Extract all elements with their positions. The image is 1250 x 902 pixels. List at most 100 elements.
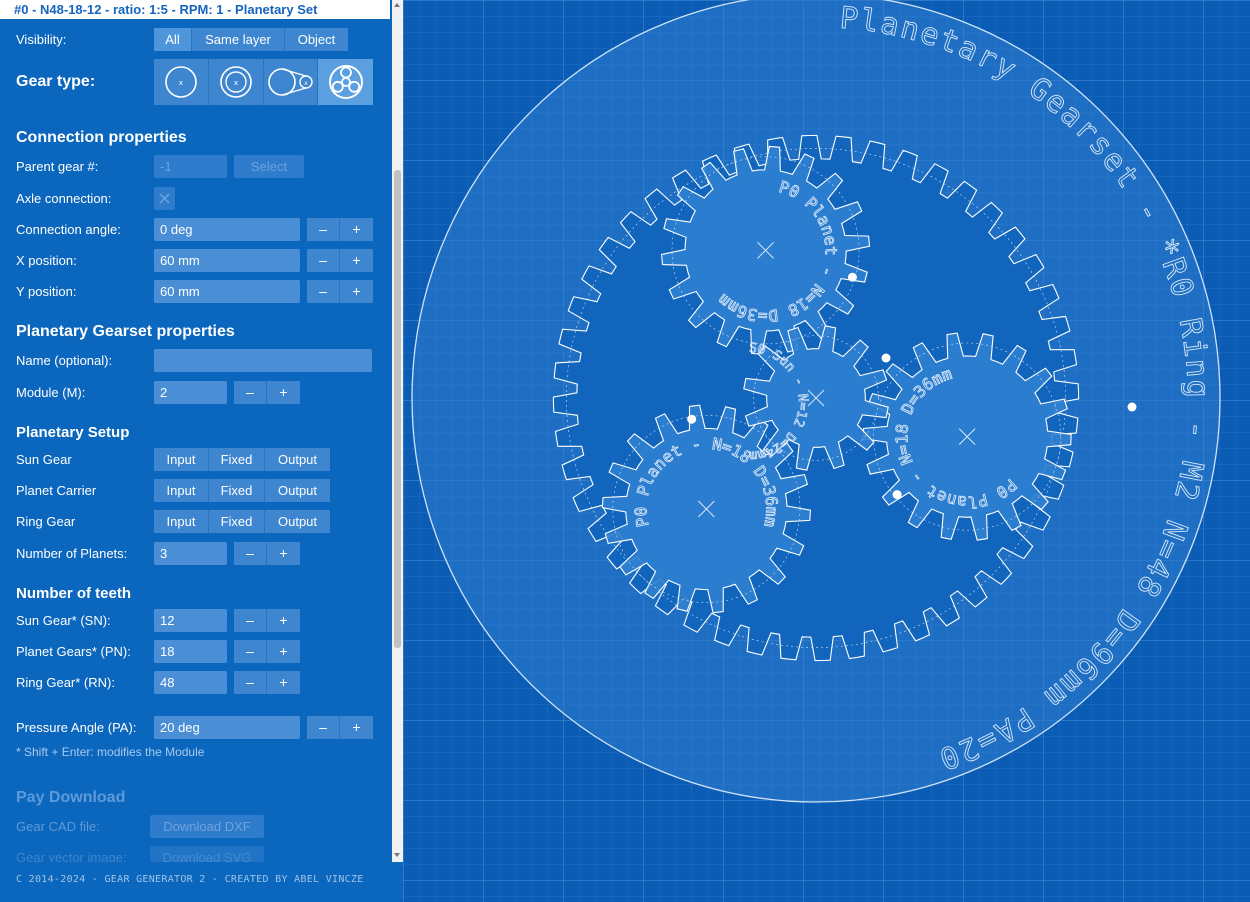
sun-fixed-button[interactable]: Fixed — [209, 448, 265, 471]
ring-output-button[interactable]: Output — [265, 510, 330, 533]
x-position-input[interactable]: 60 mm — [154, 249, 300, 272]
connection-angle-minus-button[interactable]: – — [307, 218, 340, 241]
download-dxf-button[interactable]: Download DXF — [150, 815, 264, 838]
ring-gear-mode-selector: Input Fixed Output — [154, 510, 330, 533]
module-stepper: – + — [234, 381, 300, 404]
sun-input-button[interactable]: Input — [154, 448, 209, 471]
ring-marker-dot — [1127, 402, 1137, 412]
ring-teeth-stepper: – + — [234, 671, 300, 694]
pressure-angle-minus-button[interactable]: – — [307, 716, 340, 739]
name-label: Name (optional): — [16, 353, 113, 368]
svg-text:x: x — [179, 79, 183, 87]
sun-teeth-stepper: – + — [234, 609, 300, 632]
sun-teeth-minus-button[interactable]: – — [234, 609, 267, 632]
ring-teeth-plus-button[interactable]: + — [267, 671, 300, 694]
number-of-planets-input[interactable]: 3 — [154, 542, 227, 565]
svg-text:x: x — [305, 80, 309, 87]
connection-angle-stepper: – + — [307, 218, 373, 241]
gear-type-internal-button[interactable]: x — [208, 59, 264, 105]
sun-teeth-plus-button[interactable]: + — [267, 609, 300, 632]
planets-plus-button[interactable]: + — [267, 542, 300, 565]
planetary-setup-heading: Planetary Setup — [16, 424, 130, 441]
scrollbar-thumb[interactable] — [394, 170, 401, 648]
close-icon — [159, 193, 170, 204]
ring-teeth-minus-button[interactable]: – — [234, 671, 267, 694]
planet-carrier-mode-selector: Input Fixed Output — [154, 479, 330, 502]
y-position-plus-button[interactable]: + — [340, 280, 373, 303]
ring-teeth-label: Ring Gear* (RN): — [16, 675, 115, 690]
x-position-stepper: – + — [307, 249, 373, 272]
gear-type-chain-button[interactable]: x — [263, 59, 319, 105]
shift-enter-note: * Shift + Enter: modifies the Module — [16, 745, 205, 759]
planetary-gearset-icon — [328, 65, 363, 99]
cad-file-label: Gear CAD file: — [16, 819, 100, 834]
ring-fixed-button[interactable]: Fixed — [209, 510, 265, 533]
x-position-label: X position: — [16, 253, 77, 268]
carrier-fixed-button[interactable]: Fixed — [209, 479, 265, 502]
planets-minus-button[interactable]: – — [234, 542, 267, 565]
scroll-down-icon[interactable] — [394, 853, 400, 857]
connection-angle-input[interactable]: 0 deg — [154, 218, 300, 241]
number-of-planets-stepper: – + — [234, 542, 300, 565]
scroll-up-icon[interactable] — [394, 3, 400, 7]
number-of-planets-label: Number of Planets: — [16, 546, 128, 561]
planet-teeth-minus-button[interactable]: – — [234, 640, 267, 663]
carrier-input-button[interactable]: Input — [154, 479, 209, 502]
gear-type-selector: x x x — [154, 59, 373, 105]
visibility-object-button[interactable]: Object — [285, 28, 348, 51]
planetary-properties-heading: Planetary Gearset properties — [16, 323, 235, 340]
connection-properties-heading: Connection properties — [16, 129, 187, 146]
sun-teeth-input[interactable]: 12 — [154, 609, 227, 632]
visibility-all-button[interactable]: All — [154, 28, 192, 51]
gear-canvas[interactable]: P0 Planet - N=18 D=36mmP0 Planet - N=18 … — [403, 0, 1250, 902]
y-position-input[interactable]: 60 mm — [154, 280, 300, 303]
gear-title-bar: #0 - N48-18-12 - ratio: 1:5 - RPM: 1 - P… — [0, 0, 390, 19]
sun-teeth-label: Sun Gear* (SN): — [16, 613, 111, 628]
name-input[interactable] — [154, 349, 372, 372]
download-svg-button[interactable]: Download SVG — [150, 846, 264, 862]
planet-marker-dot — [687, 414, 697, 424]
planet-teeth-plus-button[interactable]: + — [267, 640, 300, 663]
panel-scrollbar[interactable] — [392, 0, 403, 862]
pressure-angle-plus-button[interactable]: + — [340, 716, 373, 739]
planet-teeth-stepper: – + — [234, 640, 300, 663]
sun-output-button[interactable]: Output — [265, 448, 330, 471]
connection-angle-plus-button[interactable]: + — [340, 218, 373, 241]
footer-credits: C 2014-2024 - GEAR GENERATOR 2 - CREATED… — [16, 874, 364, 885]
gear-type-planetary-button[interactable] — [318, 59, 373, 105]
select-parent-button[interactable]: Select — [234, 155, 304, 178]
properties-panel: #0 - N48-18-12 - ratio: 1:5 - RPM: 1 - P… — [0, 0, 403, 902]
ring-gear-mode-label: Ring Gear — [16, 514, 76, 529]
internal-gear-icon: x — [219, 66, 252, 98]
module-input[interactable]: 2 — [154, 381, 227, 404]
axle-connection-label: Axle connection: — [16, 191, 112, 206]
number-of-teeth-heading: Number of teeth — [16, 585, 132, 602]
gear-type-label: Gear type: — [16, 73, 96, 90]
pressure-angle-input[interactable]: 20 deg — [154, 716, 300, 739]
visibility-selector: All Same layer Object — [154, 28, 348, 51]
axle-connection-checkbox[interactable] — [154, 187, 175, 210]
carrier-output-button[interactable]: Output — [265, 479, 330, 502]
module-plus-button[interactable]: + — [267, 381, 300, 404]
gear-type-spur-button[interactable]: x — [154, 59, 209, 105]
chain-sprocket-icon: x — [268, 68, 314, 96]
ring-teeth-input[interactable]: 48 — [154, 671, 227, 694]
planet-teeth-input[interactable]: 18 — [154, 640, 227, 663]
visibility-same-layer-button[interactable]: Same layer — [192, 28, 285, 51]
y-position-label: Y position: — [16, 284, 77, 299]
ring-input-button[interactable]: Input — [154, 510, 209, 533]
sun-marker-dot — [881, 353, 891, 363]
x-position-minus-button[interactable]: – — [307, 249, 340, 272]
sun-gear-mode-label: Sun Gear — [16, 452, 72, 467]
y-position-stepper: – + — [307, 280, 373, 303]
pressure-angle-label: Pressure Angle (PA): — [16, 720, 137, 735]
parent-gear-input[interactable]: -1 — [154, 155, 227, 178]
pay-download-heading: Pay Download — [16, 789, 126, 806]
x-position-plus-button[interactable]: + — [340, 249, 373, 272]
planet-carrier-mode-label: Planet Carrier — [16, 483, 97, 498]
pressure-angle-stepper: – + — [307, 716, 373, 739]
module-minus-button[interactable]: – — [234, 381, 267, 404]
planet-marker-dot — [847, 272, 857, 282]
y-position-minus-button[interactable]: – — [307, 280, 340, 303]
connection-angle-label: Connection angle: — [16, 222, 121, 237]
